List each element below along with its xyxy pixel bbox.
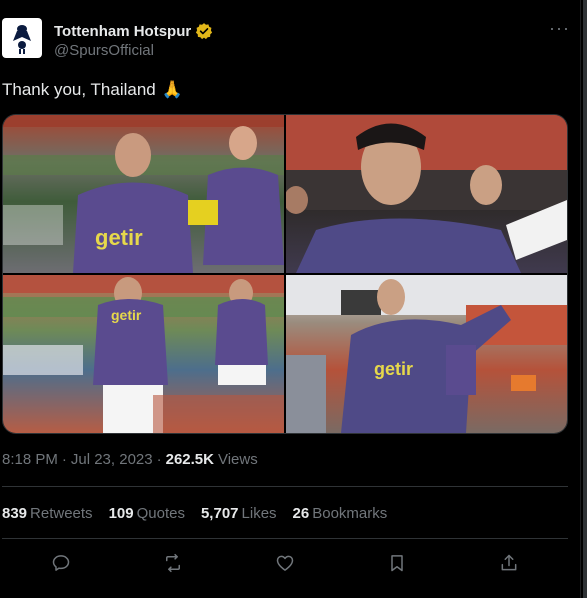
photo-1-image: getir <box>3 115 284 273</box>
window-edge-line <box>580 0 581 598</box>
retweet-button[interactable] <box>162 552 184 574</box>
bookmark-button[interactable] <box>386 552 408 574</box>
svg-text:getir: getir <box>374 359 413 379</box>
retweets-stat[interactable]: 839 Retweets <box>2 505 93 522</box>
photo-4-image: getir <box>286 275 567 433</box>
tweet-text-content: Thank you, Thailand <box>2 80 156 99</box>
bookmarks-label: Bookmarks <box>312 505 388 522</box>
retweets-count: 839 <box>2 505 28 522</box>
photo-3[interactable]: getir <box>3 275 284 433</box>
bookmarks-stat[interactable]: 26 Bookmarks <box>293 505 388 522</box>
tweet-text: Thank you, Thailand 🙏 <box>2 80 183 100</box>
quotes-stat[interactable]: 109 Quotes <box>109 505 185 522</box>
reply-icon <box>52 555 70 571</box>
likes-count: 5,707 <box>200 505 239 522</box>
photo-2-image <box>286 115 567 273</box>
tweet-header: Tottenham Hotspur @SpursOfficial ··· <box>2 18 574 62</box>
likes-label: Likes <box>241 505 277 522</box>
retweets-label: Retweets <box>30 505 93 522</box>
tweet-date[interactable]: Jul 23, 2023 <box>71 451 153 468</box>
photo-3-image: getir <box>3 275 284 433</box>
author-name-row: Tottenham Hotspur <box>54 22 213 40</box>
views-count: 262.5K <box>165 451 214 468</box>
svg-text:getir: getir <box>95 225 143 250</box>
author-handle[interactable]: @SpursOfficial <box>54 42 154 59</box>
bookmarks-count: 26 <box>292 505 310 522</box>
folded-hands-emoji: 🙏 <box>161 80 183 99</box>
photo-grid: getir getir getir <box>2 114 568 434</box>
svg-text:getir: getir <box>111 307 142 323</box>
photo-4[interactable]: getir <box>286 275 567 433</box>
share-button[interactable] <box>498 552 520 574</box>
heart-icon <box>276 555 294 571</box>
photo-2[interactable] <box>286 115 567 273</box>
share-icon <box>501 554 517 571</box>
tweet-stats: 839 Retweets 109 Quotes 5,707 Likes 26 Bookm… <box>2 505 387 522</box>
verified-badge-icon[interactable] <box>195 22 213 40</box>
tweet-meta: 8:18 PM · Jul 23, 2023 · 262.5K Views <box>2 451 258 468</box>
window-edge <box>583 0 587 598</box>
divider <box>2 538 568 539</box>
tweet-actions <box>50 552 520 574</box>
meta-separator: · <box>61 451 67 468</box>
more-menu-icon[interactable]: ··· <box>549 19 570 37</box>
views-label: Views <box>217 451 258 468</box>
avatar[interactable] <box>2 18 42 58</box>
meta-separator: · <box>156 451 162 468</box>
like-button[interactable] <box>274 552 296 574</box>
photo-1[interactable]: getir <box>3 115 284 273</box>
bookmark-icon <box>391 555 403 572</box>
likes-stat[interactable]: 5,707 Likes <box>201 505 277 522</box>
reply-button[interactable] <box>50 552 72 574</box>
divider <box>2 486 568 487</box>
author-name[interactable]: Tottenham Hotspur <box>54 23 191 40</box>
tweet-time[interactable]: 8:18 PM <box>2 451 58 468</box>
quotes-label: Quotes <box>136 505 185 522</box>
club-crest-icon <box>13 25 31 54</box>
quotes-count: 109 <box>108 505 134 522</box>
retweet-icon <box>166 553 180 573</box>
